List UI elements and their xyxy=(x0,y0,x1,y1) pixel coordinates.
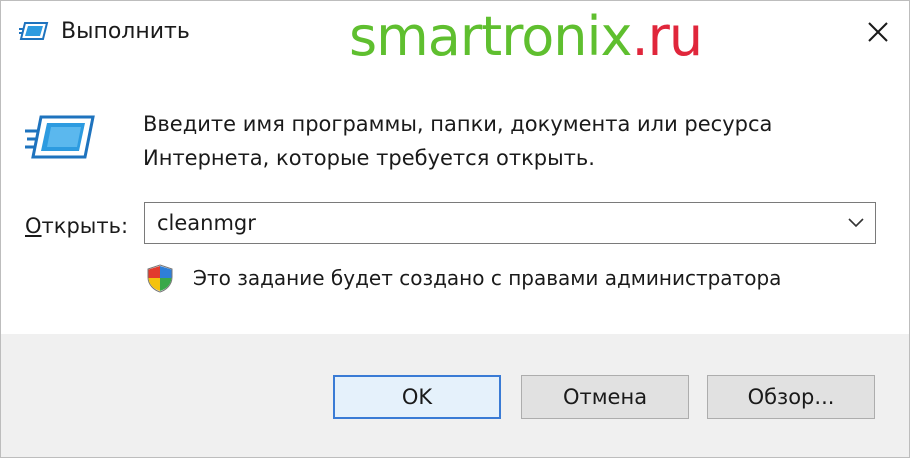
watermark-main: smartronix xyxy=(349,5,632,68)
run-icon xyxy=(25,115,95,159)
watermark-tld: .ru xyxy=(631,5,703,68)
browse-button[interactable]: Обзор... xyxy=(707,375,875,419)
run-icon xyxy=(19,22,49,40)
ok-button[interactable]: OK xyxy=(333,375,501,419)
cancel-button[interactable]: Отмена xyxy=(521,375,689,419)
run-dialog: Выполнить smartronix.ru Введите имя прог… xyxy=(0,0,910,458)
admin-note: Это задание будет создано с правами адми… xyxy=(193,266,782,290)
open-input[interactable]: cleanmgr xyxy=(157,209,256,237)
description-line-1: Введите имя программы, папки, документа … xyxy=(143,112,773,136)
chevron-down-icon[interactable] xyxy=(847,215,865,229)
open-label-text: ткрыть: xyxy=(41,214,129,238)
description: Введите имя программы, папки, документа … xyxy=(143,107,843,175)
open-combobox[interactable]: cleanmgr xyxy=(144,202,876,244)
open-label: Открыть: xyxy=(25,211,128,241)
window-title: Выполнить xyxy=(61,19,190,44)
close-button[interactable] xyxy=(857,11,899,53)
watermark: smartronix.ru xyxy=(349,0,703,75)
title-bar: Выполнить smartronix.ru xyxy=(1,1,909,68)
shield-icon xyxy=(147,264,173,293)
close-icon xyxy=(868,22,888,42)
open-label-mnemonic: О xyxy=(25,214,42,238)
description-line-2: Интернета, которые требуется открыть. xyxy=(143,146,595,170)
